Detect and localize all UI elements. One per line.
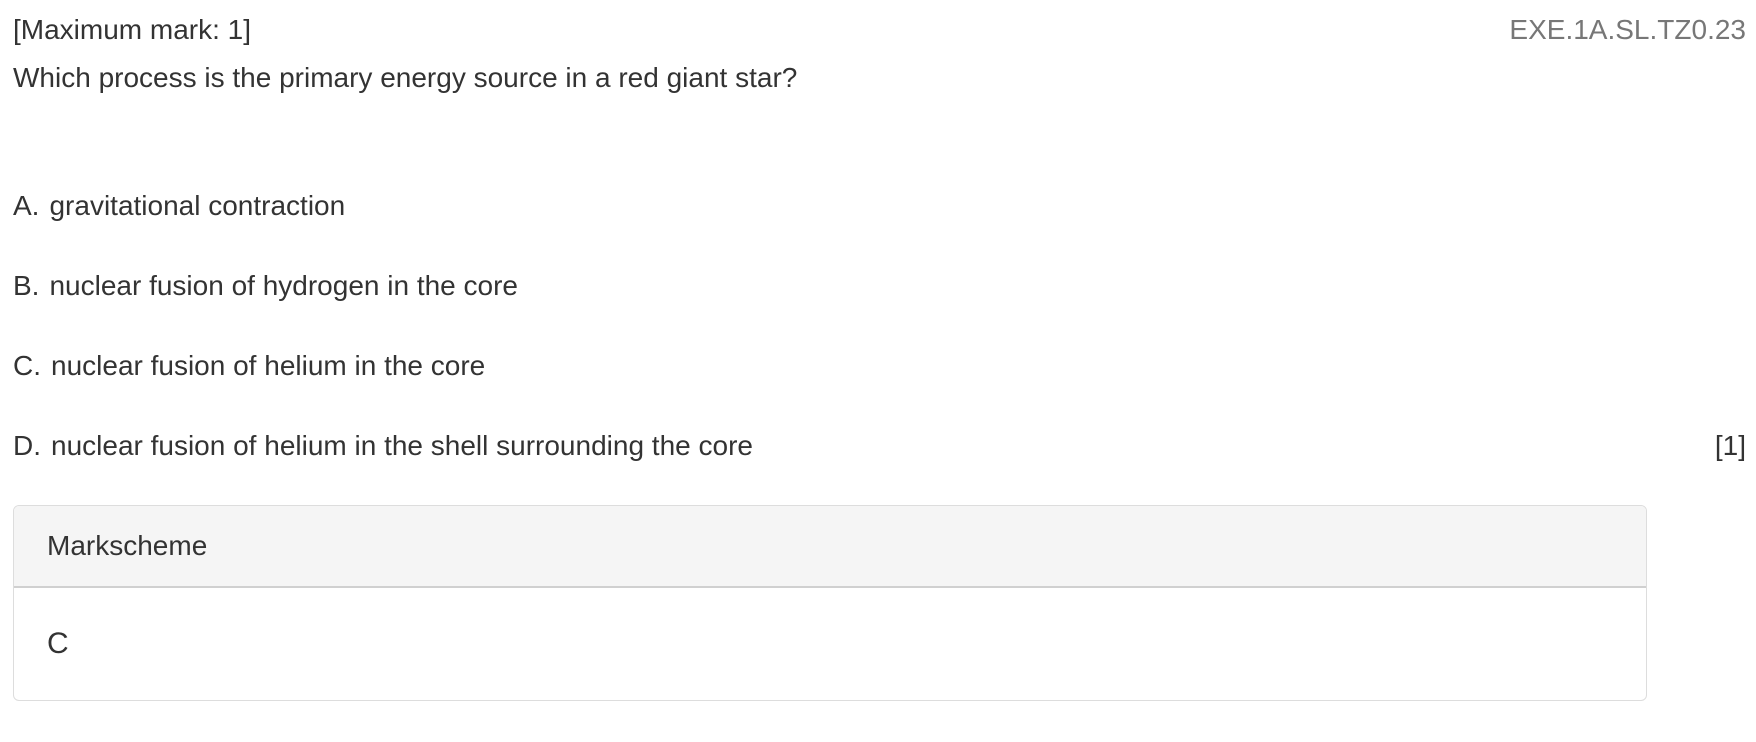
option-text: nuclear fusion of helium in the core (51, 350, 486, 381)
option-letter: D. (13, 430, 41, 461)
option-d: D. nuclear fusion of helium in the shell … (13, 428, 753, 464)
markscheme-panel: Markscheme C (13, 505, 1647, 701)
option-text: nuclear fusion of helium in the shell su… (51, 430, 753, 461)
option-b: B. nuclear fusion of hydrogen in the core (13, 268, 518, 304)
option-c: C. nuclear fusion of helium in the core (13, 348, 485, 384)
option-text: nuclear fusion of hydrogen in the core (49, 270, 518, 301)
markscheme-answer: C (47, 627, 69, 660)
option-letter: B. (13, 270, 40, 301)
markscheme-header[interactable]: Markscheme (14, 506, 1646, 588)
option-a: A. gravitational contraction (13, 188, 345, 224)
max-mark-label: [Maximum mark: 1] (13, 14, 252, 45)
option-text: gravitational contraction (49, 190, 346, 221)
marks-value: [1] (1714, 430, 1746, 461)
question-text: Which process is the primary energy sour… (13, 62, 798, 93)
option-letter: C. (13, 350, 41, 381)
question-code: EXE.1A.SL.TZ0.23 (1509, 14, 1746, 45)
option-letter: A. (13, 190, 40, 221)
